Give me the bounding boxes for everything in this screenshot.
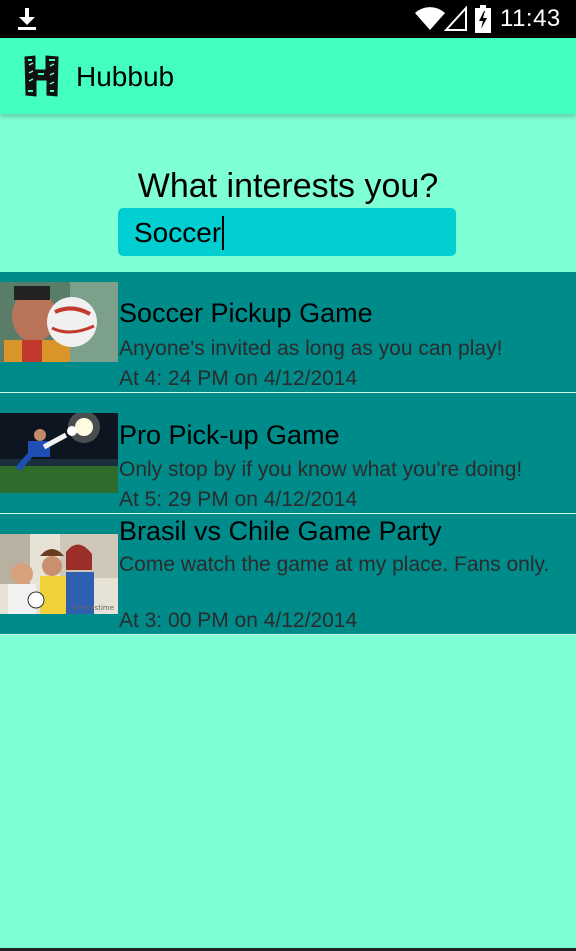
event-time: At 5: 29 PM on 4/12/2014 <box>119 488 358 511</box>
event-list: Soccer Pickup Game Anyone's invited as l… <box>0 272 576 635</box>
event-list-item[interactable]: Pro Pick-up Game Only stop by if you kno… <box>0 393 576 514</box>
event-title: Soccer Pickup Game <box>119 298 373 328</box>
event-title: Pro Pick-up Game <box>119 420 340 450</box>
event-title: Brasil vs Chile Game Party <box>119 516 442 546</box>
status-time: 11:43 <box>500 5 561 32</box>
text-cursor <box>222 216 225 250</box>
event-time: At 4: 24 PM on 4/12/2014 <box>119 367 358 390</box>
event-thumbnail: dreamstime <box>0 534 118 614</box>
action-bar: Hubbub <box>0 38 576 114</box>
search-input-value[interactable]: Soccer <box>134 216 225 250</box>
app-title: Hubbub <box>76 61 175 92</box>
signal-icon <box>444 6 467 31</box>
battery-charging-icon <box>475 5 491 33</box>
event-time: At 3: 00 PM on 4/12/2014 <box>119 609 358 632</box>
wifi-icon <box>415 7 445 30</box>
event-description: Anyone's invited as long as you can play… <box>119 337 503 360</box>
svg-text:dreamstime: dreamstime <box>72 604 114 612</box>
search-input[interactable]: Soccer <box>118 208 456 256</box>
status-bar: 11:43 <box>0 0 576 38</box>
event-list-item[interactable]: Soccer Pickup Game Anyone's invited as l… <box>0 272 576 393</box>
search-prompt: What interests you? <box>137 167 439 205</box>
download-icon <box>18 8 36 30</box>
hubbub-logo-icon[interactable] <box>22 53 62 99</box>
event-thumbnail <box>0 282 118 362</box>
event-description: Only stop by if you know what you're doi… <box>119 458 523 481</box>
event-description: Come watch the game at my place. Fans on… <box>119 553 550 576</box>
event-thumbnail <box>0 413 118 493</box>
event-list-item[interactable]: dreamstime Brasil vs Chile Game Party Co… <box>0 514 576 635</box>
